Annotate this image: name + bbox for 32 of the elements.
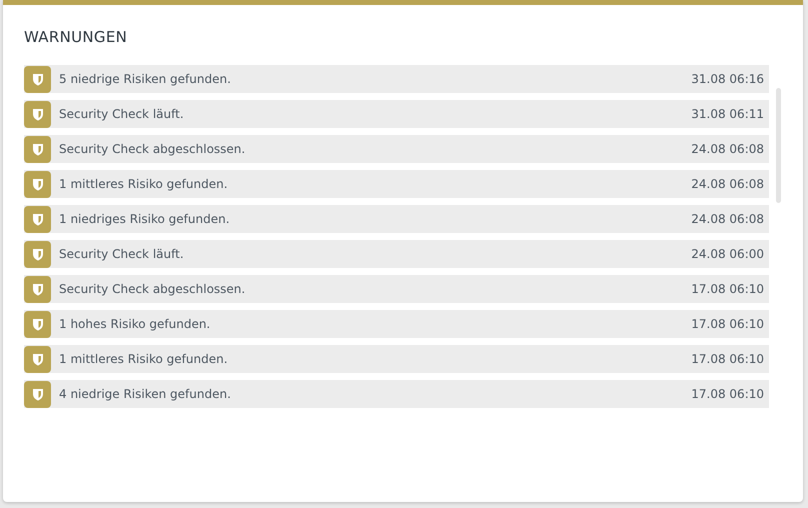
warning-time: 17.08 06:10: [691, 282, 764, 296]
warning-message: 1 mittleres Risiko gefunden.: [59, 352, 229, 366]
warning-time: 24.08 06:08: [691, 177, 764, 191]
warning-message: Security Check abgeschlossen.: [59, 282, 246, 296]
panel-title: WARNUNGEN: [24, 27, 128, 47]
warning-message: 1 hohes Risiko gefunden.: [59, 317, 212, 331]
warning-time: 24.08 06:00: [691, 247, 764, 261]
shield-icon: [32, 282, 44, 296]
warning-time: 17.08 06:10: [691, 387, 764, 401]
shield-icon: [32, 248, 44, 260]
shield-icon: [32, 72, 44, 86]
warning-time: 17.08 06:10: [691, 352, 764, 366]
warning-time: 31.08 06:11: [691, 107, 764, 121]
shield-icon: [32, 108, 44, 120]
shield-icon: [32, 142, 44, 156]
warning-message: Security Check läuft.: [59, 247, 185, 261]
warning-time: 17.08 06:10: [691, 317, 764, 331]
warning-message: Security Check läuft.: [59, 107, 185, 121]
shield-icon: [32, 388, 44, 400]
shield-icon: [32, 352, 44, 366]
shield-icon: [32, 318, 44, 330]
warning-time: 24.08 06:08: [691, 212, 764, 226]
shield-icon: [32, 178, 44, 190]
warning-message: 5 niedrige Risiken gefunden.: [59, 72, 232, 86]
warning-message: 1 mittleres Risiko gefunden.: [59, 177, 229, 191]
warning-message: 4 niedrige Risiken gefunden.: [59, 387, 232, 401]
warning-time: 31.08 06:16: [691, 72, 764, 86]
warning-message: Security Check abgeschlossen.: [59, 142, 246, 156]
shield-icon: [32, 212, 44, 226]
warning-message: 1 niedriges Risiko gefunden.: [59, 212, 231, 226]
scrollbar-thumb[interactable]: [776, 88, 781, 203]
warning-time: 24.08 06:08: [691, 142, 764, 156]
